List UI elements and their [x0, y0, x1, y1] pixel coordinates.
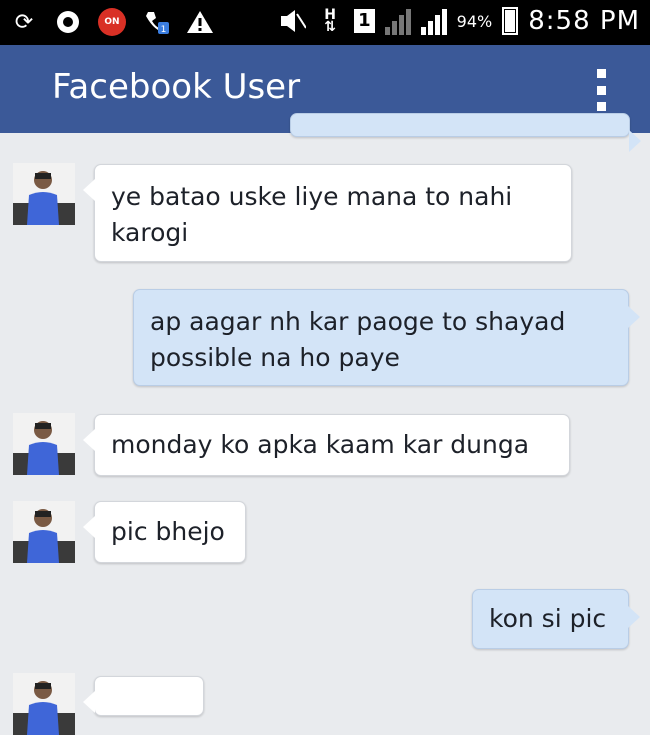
- sync-icon: ⟳: [14, 9, 34, 35]
- battery-percent: 94%: [456, 11, 493, 31]
- message-bubble-outgoing[interactable]: ap aagar nh kar paoge to shayad possible…: [133, 289, 640, 386]
- message-bubble-outgoing[interactable]: kon si pic: [472, 589, 640, 649]
- battery-icon: [502, 7, 519, 35]
- mute-icon: [278, 7, 307, 35]
- signal-icon: [384, 7, 411, 35]
- clock: 8:58 PM: [528, 6, 640, 36]
- status-bar: ⟳ ON 1 H ⇅ 1 94% 8:58 PM: [0, 0, 650, 45]
- message-text: kon si pic: [489, 604, 607, 633]
- message-bubble-incoming[interactable]: [83, 676, 204, 716]
- message-bubble-incoming[interactable]: ye batao uske liye mana to nahi karogi: [83, 164, 572, 262]
- location-icon: [54, 8, 82, 36]
- message-thread[interactable]: ye batao uske liye mana to nahi karogi a…: [0, 113, 650, 735]
- message-text: pic bhejo: [111, 517, 225, 546]
- sender-avatar[interactable]: [13, 673, 75, 735]
- message-text: ap aagar nh kar paoge to shayad: [150, 307, 566, 336]
- message-text: ye batao uske liye mana to nahi: [111, 182, 513, 211]
- overflow-menu-icon[interactable]: [592, 69, 610, 111]
- sender-avatar[interactable]: [13, 163, 75, 225]
- call-recorder-icon: ON: [98, 8, 126, 36]
- sim-icon: 1: [354, 9, 375, 33]
- svg-text:1: 1: [161, 25, 167, 35]
- missed-call-icon: 1: [142, 8, 170, 36]
- sender-avatar[interactable]: [13, 413, 75, 475]
- warning-icon: [186, 8, 214, 36]
- message-bubble-incoming[interactable]: pic bhejo: [83, 501, 246, 563]
- sender-avatar[interactable]: [13, 501, 75, 563]
- message-bubble-outgoing: [290, 113, 641, 152]
- conversation-title: Facebook User: [52, 67, 301, 107]
- message-text: monday ko apka kaam kar dunga: [111, 430, 530, 459]
- signal-icon: [420, 7, 447, 35]
- message-text: possible na ho paye: [150, 343, 400, 372]
- message-text: karogi: [111, 218, 189, 247]
- data-arrows-icon: H ⇅: [324, 7, 336, 35]
- message-bubble-incoming[interactable]: monday ko apka kaam kar dunga: [83, 414, 570, 476]
